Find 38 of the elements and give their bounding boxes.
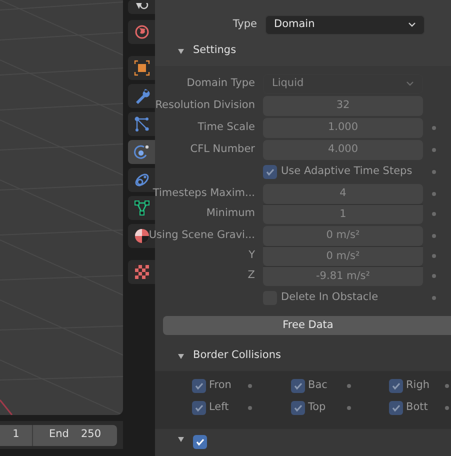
end-frame-field[interactable]: End 250 [33,424,117,446]
field-label: Timesteps Maxim... [152,186,255,202]
chevron-down-icon [408,22,416,28]
square-icon [134,60,150,76]
checker-icon [134,264,150,280]
panel-header[interactable]: Settings [155,36,451,66]
field-label: Type [232,17,257,32]
field-label: Resolution Division [155,98,255,114]
panel-header[interactable]: Border Collisions [155,341,451,371]
type-dropdown[interactable]: Domain [265,15,425,35]
free-data-button[interactable]: Free Data [163,316,451,335]
link-icon [134,172,150,188]
start-frame-field[interactable]: 1 [0,424,33,446]
field-label: Using Scene Gravi... [148,228,255,244]
orbit-icon [134,144,150,160]
end-value: 250 [80,427,101,442]
field-label: Domain Type [186,76,255,92]
expanded-triangle-icon[interactable] [177,352,185,360]
field-label: Minimum [206,206,255,222]
globe-icon [134,24,150,40]
properties-tab[interactable] [128,0,155,14]
expanded-triangle-icon[interactable] [177,47,185,55]
sphere-icon [134,228,150,244]
field-label: Z [248,268,255,284]
panel-title: Border Collisions [193,348,281,364]
properties-tab[interactable] [128,56,155,80]
expanded-triangle-icon[interactable] [177,435,185,443]
field-label: CFL Number [190,142,255,158]
field-label: Y [248,248,255,264]
field-label: Time Scale [198,120,255,136]
checkbox[interactable] [193,435,207,449]
nodes-icon [134,116,150,132]
panel-title: Settings [193,43,236,58]
chevron-down-icon [406,81,414,87]
end-label: End [48,427,69,442]
wrench-icon [134,88,150,104]
triangle-vertices-icon [134,200,150,216]
cone-sphere-icon [134,3,148,11]
